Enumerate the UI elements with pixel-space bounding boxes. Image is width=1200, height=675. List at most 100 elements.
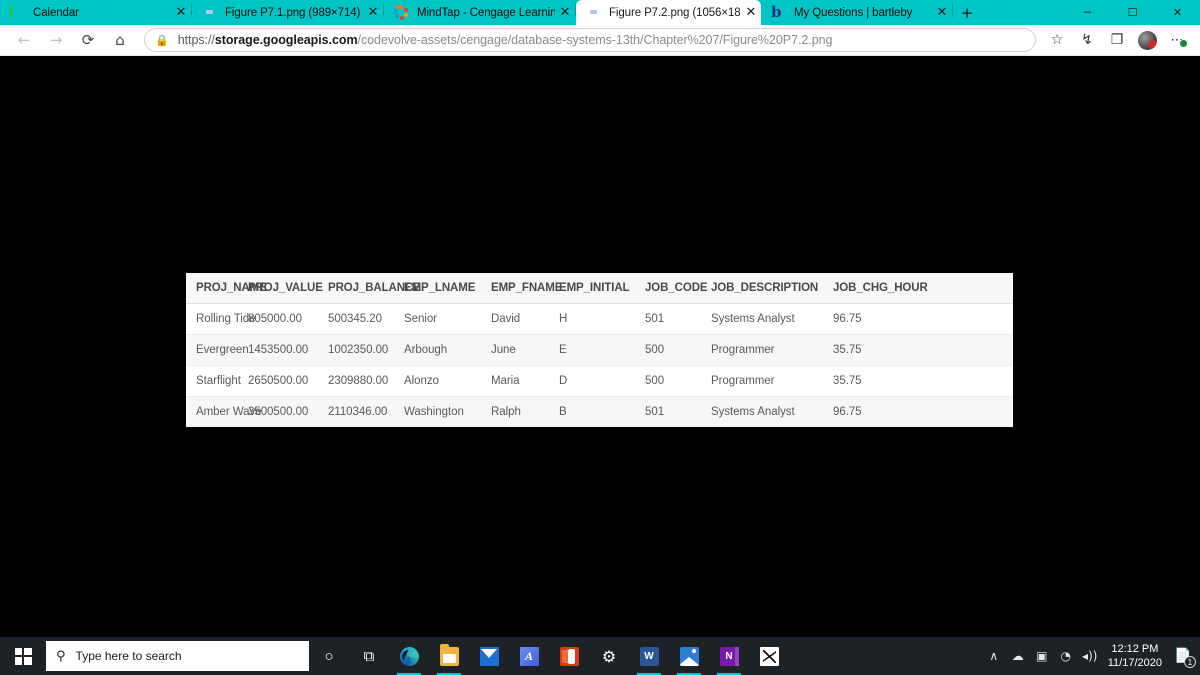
tab-title: Figure P7.1.png (989×714) — [225, 6, 361, 19]
taskbar-search-input[interactable]: ⚲ Type here to search — [46, 641, 309, 671]
cell-job-code: 501 — [645, 396, 711, 427]
taskbar-app-snip-sketch[interactable] — [749, 637, 789, 675]
cell-emp-fname: Ralph — [491, 396, 559, 427]
back-button[interactable]: ← — [8, 26, 40, 54]
taskbar-app-settings[interactable]: ⚙ — [589, 637, 629, 675]
edge-icon — [399, 646, 419, 666]
taskbar-app-onenote[interactable]: N — [709, 637, 749, 675]
favorites-bar-icon[interactable]: ↯ — [1072, 27, 1102, 53]
circle-icon: ○ — [324, 647, 334, 665]
tab-close-button[interactable]: ✕ — [741, 6, 761, 19]
calendar-icon — [10, 4, 25, 20]
column-header-emp-lname: EMP_LNAME — [404, 273, 491, 304]
tab-mindtap[interactable]: MindTap - Cengage Learning ✕ — [384, 0, 575, 25]
cell-job-description: Programmer — [711, 334, 833, 366]
taskbar-app-microsoft-word[interactable]: W — [629, 637, 669, 675]
mail-icon — [479, 646, 499, 666]
cell-proj-balance: 2110346.00 — [328, 396, 404, 427]
image-file-icon — [202, 5, 217, 20]
taskbar-app-file-explorer[interactable] — [429, 637, 469, 675]
refresh-button[interactable]: ⟳ — [72, 26, 104, 54]
tab-close-button[interactable]: ✕ — [932, 6, 952, 19]
ellipsis-icon: ⋯ — [1166, 30, 1188, 50]
column-header-proj-value: PROJ_VALUE — [248, 273, 328, 304]
word-icon: W — [639, 646, 659, 666]
task-view-button[interactable]: ⧉ — [349, 637, 389, 675]
taskbar-app-adobe-acrobat[interactable]: A — [509, 637, 549, 675]
start-button[interactable] — [0, 637, 46, 675]
table-row: Amber Wave 3500500.00 2110346.00 Washing… — [186, 396, 1013, 427]
taskbar-app-microsoft-office[interactable] — [549, 637, 589, 675]
taskbar-app-photos[interactable] — [669, 637, 709, 675]
table-row: Evergreen 1453500.00 1002350.00 Arbough … — [186, 334, 1013, 366]
cell-job-description: Systems Analyst — [711, 396, 833, 427]
cell-job-code: 501 — [645, 303, 711, 335]
table-row: Rolling Tide 805000.00 500345.20 Senior … — [186, 303, 1013, 335]
table-row: Starflight 2650500.00 2309880.00 Alonzo … — [186, 365, 1013, 397]
cell-job-chg-hour: 96.75 — [833, 303, 1013, 335]
window-controls: ─ ☐ ✕ — [1065, 0, 1200, 25]
clock[interactable]: 12:12 PM 11/17/2020 — [1102, 637, 1170, 675]
search-placeholder: Type here to search — [75, 649, 182, 663]
cell-emp-initial: E — [559, 334, 645, 366]
cell-emp-fname: Maria — [491, 365, 559, 397]
update-indicator-dot — [1179, 39, 1188, 48]
tab-figure-p72[interactable]: Figure P7.2.png (1056×188) ✕ — [576, 0, 761, 25]
tab-calendar[interactable]: Calendar ✕ — [0, 0, 191, 25]
cell-proj-value: 2650500.00 — [248, 365, 328, 397]
cell-proj-name: Amber Wave — [186, 396, 262, 427]
tab-close-button[interactable]: ✕ — [171, 6, 191, 19]
file-explorer-icon — [439, 643, 459, 666]
battery-icon[interactable]: ▣ — [1030, 637, 1054, 675]
new-tab-button[interactable]: + — [953, 0, 981, 25]
database-table: PROJ_NAME PROJ_VALUE PROJ_BALANCE EMP_LN… — [186, 273, 1013, 427]
close-window-button[interactable]: ✕ — [1155, 0, 1200, 25]
profile-avatar[interactable] — [1132, 27, 1162, 53]
address-bar: ← → ⟳ ⌂ 🔒 https://storage.googleapis.com… — [0, 25, 1200, 56]
url-text: https://storage.googleapis.com/codevolve… — [178, 33, 833, 47]
minimize-button[interactable]: ─ — [1065, 0, 1110, 25]
cell-emp-lname: Alonzo — [404, 365, 491, 397]
forward-button[interactable]: → — [40, 26, 72, 54]
cortana-button[interactable]: ○ — [309, 637, 349, 675]
taskbar-app-microsoft-edge[interactable] — [389, 637, 429, 675]
column-header-job-description: JOB_DESCRIPTION — [711, 273, 833, 304]
tab-figure-p71[interactable]: Figure P7.1.png (989×714) ✕ — [192, 0, 383, 25]
url-input[interactable]: 🔒 https://storage.googleapis.com/codevol… — [144, 28, 1036, 52]
column-header-emp-fname: EMP_FNAME — [491, 273, 562, 304]
cell-proj-balance: 2309880.00 — [328, 365, 404, 397]
cell-emp-lname: Washington — [404, 396, 491, 427]
tab-title: Calendar — [33, 6, 79, 19]
favorite-star-icon[interactable]: ☆ — [1042, 27, 1072, 53]
tab-close-button[interactable]: ✕ — [363, 6, 383, 19]
office-icon — [559, 646, 579, 666]
cell-job-code: 500 — [645, 365, 711, 397]
onedrive-icon[interactable]: ☁ — [1006, 637, 1030, 675]
mindtap-icon — [394, 5, 409, 20]
photos-icon — [679, 646, 699, 666]
cell-job-chg-hour: 35.75 — [833, 334, 1013, 366]
tab-strip: Calendar ✕ Figure P7.1.png (989×714) ✕ M… — [0, 0, 1200, 25]
show-hidden-icons-button[interactable]: ∧ — [982, 637, 1006, 675]
url-domain: storage.googleapis.com — [214, 33, 358, 47]
cell-emp-fname: June — [491, 334, 559, 366]
cell-job-description: Programmer — [711, 365, 833, 397]
notifications-button[interactable]: 📄 1 — [1170, 637, 1196, 675]
column-header-job-code: JOB_CODE — [645, 273, 711, 304]
settings-and-more-icon[interactable]: ⋯ — [1162, 27, 1192, 53]
cell-emp-initial: B — [559, 396, 645, 427]
home-button[interactable]: ⌂ — [104, 26, 136, 54]
tab-bartleby[interactable]: b My Questions | bartleby ✕ — [761, 0, 952, 25]
volume-icon[interactable]: ◂)) — [1078, 637, 1102, 675]
maximize-button[interactable]: ☐ — [1110, 0, 1155, 25]
tab-close-button[interactable]: ✕ — [555, 6, 575, 19]
network-icon[interactable]: ◔ — [1054, 637, 1078, 675]
cell-proj-value: 1453500.00 — [248, 334, 328, 366]
url-scheme: https:// — [177, 33, 215, 47]
gear-icon: ⚙ — [601, 646, 617, 666]
taskbar-app-mail[interactable] — [469, 637, 509, 675]
browser-window: Calendar ✕ Figure P7.1.png (989×714) ✕ M… — [0, 0, 1200, 675]
windows-taskbar: ⚲ Type here to search ○ ⧉ A ⚙ W N ∧ ☁ ▣ … — [0, 637, 1200, 675]
cell-proj-balance: 1002350.00 — [328, 334, 404, 366]
collections-icon[interactable]: ❐ — [1102, 27, 1132, 53]
